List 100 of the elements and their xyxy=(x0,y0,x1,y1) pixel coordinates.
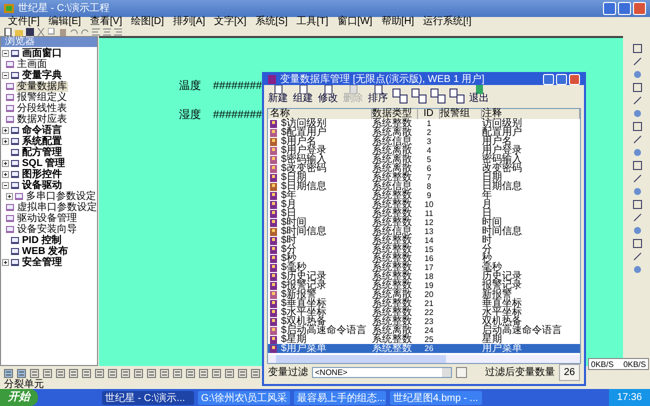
table-row[interactable]: $配置用户 系统离散 2 配置用户 xyxy=(268,128,580,137)
tree-item[interactable]: 主画面 xyxy=(16,60,48,70)
table-row[interactable]: $时间信息 系统信息 13 时间信息 xyxy=(268,227,580,236)
tree-item[interactable]: 驱动设备管理 xyxy=(16,214,78,224)
toolbar-button[interactable]: 组建 xyxy=(292,85,314,104)
start-button[interactable]: 开始 xyxy=(0,389,38,406)
filter-dropdown[interactable]: <NONE> xyxy=(312,367,452,378)
expand-toggle[interactable] xyxy=(6,193,13,200)
tree-item[interactable]: 配方管理 xyxy=(21,148,63,158)
tree-item[interactable]: 多串口参数设定 xyxy=(25,192,97,202)
tree-item[interactable]: 虚拟串口参数设定 xyxy=(16,202,98,212)
table-row[interactable]: $垂直坐标 系统整数 21 垂直坐标 xyxy=(268,299,580,308)
tree-item[interactable]: 变量数据库 xyxy=(16,82,68,92)
menu-item[interactable]: 编辑[E] xyxy=(48,17,81,27)
expand-toggle[interactable] xyxy=(2,138,9,145)
tree-item[interactable]: 报警组定义 xyxy=(16,92,68,102)
layout-icon[interactable] xyxy=(212,368,221,378)
minimize-button[interactable] xyxy=(603,2,616,15)
expand-toggle[interactable] xyxy=(2,127,9,134)
table-row[interactable]: $时 系统整数 14 时 xyxy=(268,236,580,245)
tree-item[interactable]: 设备安装向导 xyxy=(16,224,78,234)
layout-icon[interactable] xyxy=(134,368,143,378)
table-row[interactable]: $毫秒 系统整数 17 毫秒 xyxy=(268,263,580,272)
tree-item[interactable]: SQL 管理 xyxy=(21,158,66,168)
tree-item[interactable]: 图形控件 xyxy=(21,170,63,180)
menu-item[interactable]: 排列[A] xyxy=(172,17,206,27)
table-row[interactable]: $访问级别 系统整数 1 访问级别 xyxy=(268,119,580,128)
table-row[interactable]: $水平坐标 系统整数 22 水平坐标 xyxy=(268,308,580,317)
table-row[interactable]: $日 系统整数 11 日 xyxy=(268,209,580,218)
taskbar-button[interactable]: 最容易上手的组态... xyxy=(294,390,386,404)
align-icon[interactable] xyxy=(147,368,156,378)
tree-item[interactable]: 变量字典 xyxy=(21,70,63,80)
expand-toggle[interactable] xyxy=(2,259,9,266)
layout-icon[interactable] xyxy=(56,368,65,378)
align-icon[interactable] xyxy=(95,368,104,378)
column-header[interactable]: ID xyxy=(418,109,440,119)
table-row[interactable]: $年 系统整数 9 年 xyxy=(268,191,580,200)
save-icon[interactable] xyxy=(26,28,34,36)
tree-item[interactable]: 画面窗口 xyxy=(21,48,63,58)
taskbar-button[interactable]: 世纪星图4.bmp - ... xyxy=(390,390,482,404)
menu-item[interactable]: 文件[F] xyxy=(8,17,40,27)
layout-icon[interactable] xyxy=(82,368,91,378)
table-row[interactable]: $改变密码 系统离散 6 改变密码 xyxy=(268,164,580,173)
taskbar-button[interactable]: 世纪星 - C:\演示... xyxy=(102,390,194,404)
menu-item[interactable]: 帮助[H] xyxy=(381,17,414,27)
layout-icon[interactable] xyxy=(30,368,39,378)
align-icon[interactable] xyxy=(69,368,78,378)
pointer-icon[interactable] xyxy=(632,44,642,53)
line-icon[interactable] xyxy=(632,57,642,66)
tree-item[interactable]: 系统配置 xyxy=(21,136,63,146)
tree-item[interactable]: 数据对应表 xyxy=(16,114,68,124)
apply-button[interactable] xyxy=(456,367,467,378)
tree-item[interactable]: 安全管理 xyxy=(21,258,63,268)
table-row[interactable]: $月 系统整数 10 月 xyxy=(268,200,580,209)
align-icon[interactable] xyxy=(225,368,234,378)
layout-icon[interactable] xyxy=(160,368,169,378)
table-row[interactable]: $启动高速命令语言 系统离散 24 启动高速命令语言 xyxy=(268,326,580,335)
table-row[interactable]: $密码输入 系统离散 5 密码输入 xyxy=(268,155,580,164)
table-row[interactable]: $日期信息 系统信息 8 日期信息 xyxy=(268,182,580,191)
table-row[interactable]: $日期 系统整数 7 日期 xyxy=(268,173,580,182)
column-header[interactable]: 名称 xyxy=(268,109,372,119)
close-button[interactable] xyxy=(633,2,646,15)
pages-icon[interactable] xyxy=(411,88,427,104)
cut-icon[interactable] xyxy=(37,28,45,36)
layout-icon[interactable] xyxy=(4,368,13,378)
expand-toggle[interactable] xyxy=(2,160,9,167)
align-icon[interactable] xyxy=(121,368,130,378)
minimize-button[interactable] xyxy=(543,74,554,85)
table-row[interactable]: $秒 系统整数 16 秒 xyxy=(268,254,580,263)
menu-item[interactable]: 窗口[W] xyxy=(337,17,372,27)
menu-item[interactable]: 系统[S] xyxy=(255,17,288,27)
menu-item[interactable]: 绘图[D] xyxy=(131,17,164,27)
table-row[interactable]: $新报警 系统离散 20 新报警 xyxy=(268,290,580,299)
expand-toggle[interactable] xyxy=(2,171,9,178)
taskbar-button[interactable]: G:\徐州农\员工风采 xyxy=(198,390,290,404)
tree-item[interactable]: 分段线性表 xyxy=(16,104,68,114)
tree-item[interactable]: WEB 发布 xyxy=(21,246,70,256)
table-row[interactable]: $分 系统整数 15 分 xyxy=(268,245,580,254)
table-row[interactable]: $星期 系统整数 25 星期 xyxy=(268,335,580,344)
restore-button[interactable] xyxy=(618,2,631,15)
table-row[interactable]: $历史记录 系统整数 18 历史记录 xyxy=(268,272,580,281)
tree-item[interactable]: 设备驱动 xyxy=(21,180,63,190)
align-center-icon[interactable] xyxy=(103,28,111,36)
align-icon[interactable] xyxy=(251,368,260,378)
menu-item[interactable]: 查看[V] xyxy=(90,17,122,27)
table-row[interactable]: $用户名 系统信息 3 用户名 xyxy=(268,137,580,146)
expand-toggle[interactable] xyxy=(2,50,9,57)
table-row[interactable]: $用户登录 系统离散 4 用户登录 xyxy=(268,146,580,155)
menu-item[interactable]: 运行系统[!] xyxy=(423,17,472,27)
undo-icon[interactable] xyxy=(70,28,78,36)
align-icon[interactable] xyxy=(17,368,26,378)
align-left-icon[interactable] xyxy=(92,28,100,36)
close-button[interactable] xyxy=(569,74,580,85)
table-row[interactable]: $双机热备 系统整数 23 双机热备 xyxy=(268,317,580,326)
maximize-button[interactable] xyxy=(556,74,567,85)
tree-item[interactable]: 命令语言 xyxy=(21,126,63,136)
align-icon[interactable] xyxy=(199,368,208,378)
toolbar-button[interactable]: 排序 xyxy=(367,85,389,104)
expand-toggle[interactable] xyxy=(2,72,9,79)
toolbar-button[interactable]: 新建 xyxy=(267,85,289,104)
